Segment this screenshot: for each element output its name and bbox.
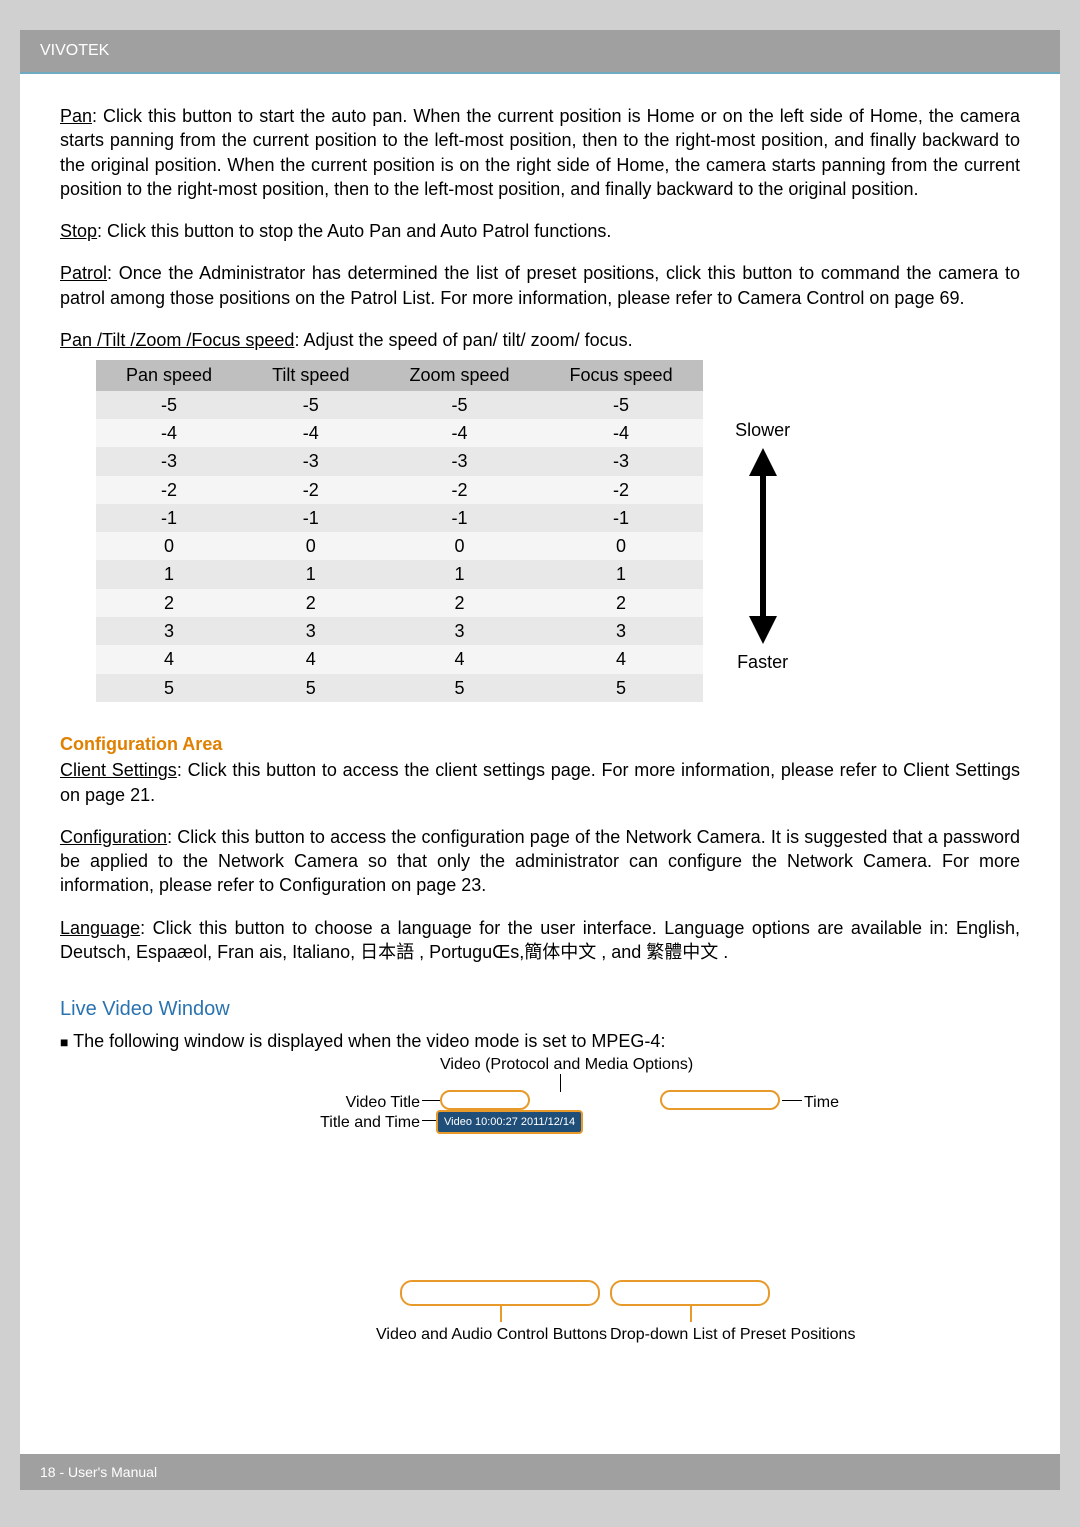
slower-label: Slower [721, 418, 805, 442]
content-area: Pan: Click this button to start the auto… [20, 104, 1060, 1384]
speed-text: : Adjust the speed of pan/ tilt/ zoom/ f… [294, 330, 632, 350]
footer-text: 18 - User's Manual [40, 1464, 157, 1480]
up-arrow-icon [749, 448, 777, 476]
config-label: Configuration [60, 827, 167, 847]
config-text: : Click this button to access the config… [60, 827, 1020, 896]
client-label: Client Settings [60, 760, 177, 780]
paragraph-pan: Pan: Click this button to start the auto… [60, 104, 1020, 201]
patrol-text: : Once the Administrator has determined … [60, 263, 1020, 307]
col-zoom: Zoom speed [379, 360, 539, 390]
live-figure: Video (Protocol and Media Options) Video… [200, 1054, 880, 1354]
header-divider [20, 72, 1060, 74]
label-title-time: Title and Time [300, 1112, 420, 1134]
callout-dropdown [610, 1280, 770, 1306]
speed-table: Pan speed Tilt speed Zoom speed Focus sp… [96, 360, 823, 702]
speed-label: Pan /Tilt /Zoom /Focus speed [60, 330, 294, 350]
live-intro: ■ The following window is displayed when… [60, 1029, 1020, 1053]
label-time: Time [804, 1092, 839, 1114]
col-focus: Focus speed [540, 360, 703, 390]
down-arrow-icon [749, 616, 777, 644]
vertical-line-icon [760, 476, 766, 616]
callout-controls [400, 1280, 600, 1306]
paragraph-stop: Stop: Click this button to stop the Auto… [60, 219, 1020, 243]
config-heading: Configuration Area [60, 732, 1020, 756]
callout-video-title [440, 1090, 530, 1110]
paragraph-patrol: Patrol: Once the Administrator has deter… [60, 261, 1020, 310]
language-text: : Click this button to choose a language… [60, 918, 1020, 962]
paragraph-client: Client Settings: Click this button to ac… [60, 758, 1020, 807]
stop-label: Stop [60, 221, 97, 241]
manual-page: VIVOTEK Pan: Click this button to start … [20, 30, 1060, 1490]
col-pan: Pan speed [96, 360, 242, 390]
page-footer: 18 - User's Manual [20, 1454, 1060, 1490]
caption-top: Video (Protocol and Media Options) [440, 1054, 693, 1076]
brand-text: VIVOTEK [40, 42, 109, 59]
callout-time [660, 1090, 780, 1110]
paragraph-language: Language: Click this button to choose a … [60, 916, 1020, 965]
brand-header: VIVOTEK [20, 30, 1060, 72]
col-tilt: Tilt speed [242, 360, 379, 390]
live-heading: Live Video Window [60, 996, 1020, 1023]
paragraph-config: Configuration: Click this button to acce… [60, 825, 1020, 898]
video-overlay-box: Video 10:00:27 2011/12/14 [436, 1110, 583, 1135]
label-controls: Video and Audio Control Buttons [376, 1324, 607, 1346]
language-label: Language [60, 918, 140, 938]
pan-text: : Click this button to start the auto pa… [60, 106, 1020, 199]
faster-label: Faster [721, 650, 805, 674]
label-dropdown: Drop-down List of Preset Positions [610, 1324, 855, 1346]
pan-label: Pan [60, 106, 92, 126]
paragraph-speed: Pan /Tilt /Zoom /Focus speed: Adjust the… [60, 328, 1020, 352]
speed-scale: Slower Faster [703, 391, 823, 702]
client-text: : Click this button to access the client… [60, 760, 1020, 804]
label-video-title: Video Title [320, 1092, 420, 1114]
patrol-label: Patrol [60, 263, 107, 283]
stop-text: : Click this button to stop the Auto Pan… [97, 221, 611, 241]
